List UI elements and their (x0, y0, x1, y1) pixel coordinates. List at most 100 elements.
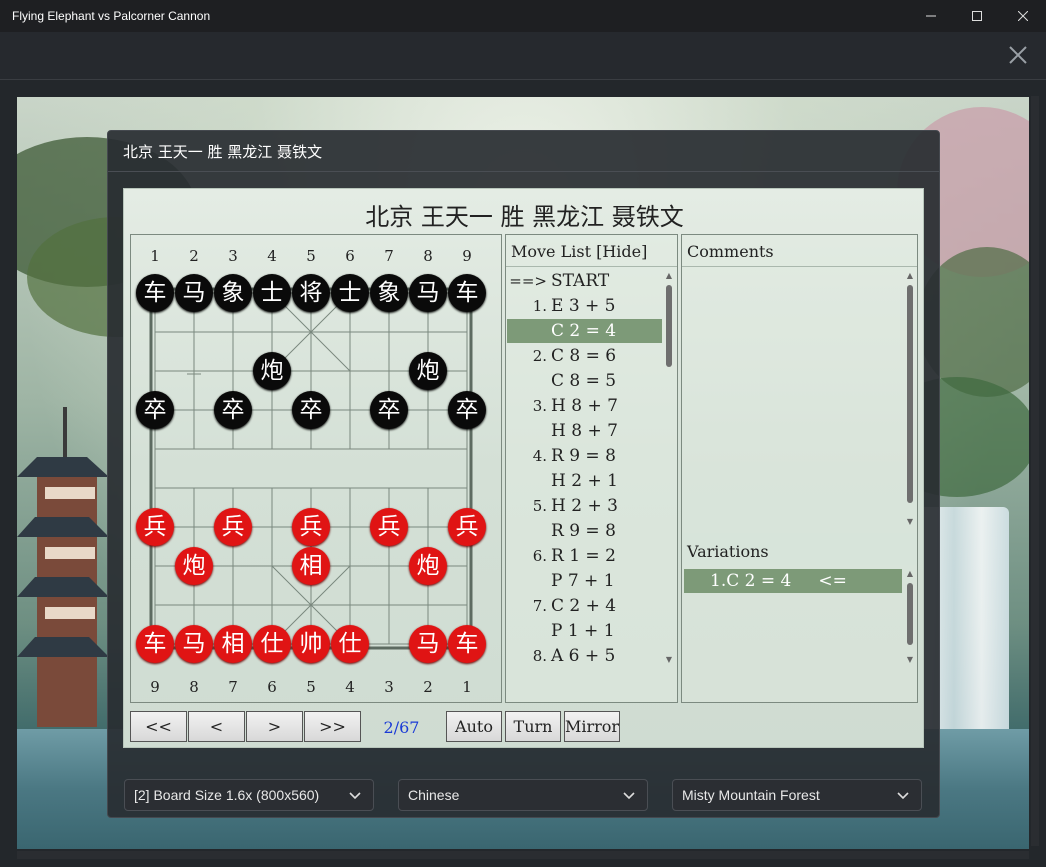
move-list-scrollbar[interactable]: ▲ ▼ (663, 271, 675, 667)
red-piece[interactable]: 相 (292, 547, 330, 585)
red-piece[interactable]: 炮 (409, 547, 447, 585)
theme-select[interactable]: Misty Mountain Forest (672, 779, 922, 811)
column-label: 4 (345, 678, 355, 696)
variation-item[interactable]: 1.C 2 = 4 <= (684, 569, 902, 593)
red-piece[interactable]: 车 (136, 625, 174, 663)
move-text: C 8 = 6 (551, 346, 617, 366)
red-piece[interactable]: 兵 (136, 508, 174, 546)
column-label: 3 (384, 678, 394, 696)
column-label: 5 (306, 678, 316, 696)
prev-move-button[interactable]: < (188, 711, 245, 742)
black-piece[interactable]: 士 (253, 274, 291, 312)
scroll-up-icon[interactable]: ▲ (905, 569, 915, 578)
first-move-button[interactable]: << (130, 711, 187, 742)
red-piece[interactable]: 相 (214, 625, 252, 663)
close-icon[interactable] (1000, 0, 1046, 32)
black-piece[interactable]: 马 (175, 274, 213, 312)
scroll-down-icon[interactable]: ▼ (905, 655, 915, 664)
horizontal-scrollbar[interactable] (17, 851, 1029, 859)
red-piece[interactable]: 马 (175, 625, 213, 663)
red-piece[interactable]: 兵 (370, 508, 408, 546)
move-list-item[interactable]: P 1 + 1 (507, 619, 662, 643)
move-list-item[interactable]: R 9 = 8 (507, 519, 662, 543)
red-piece[interactable]: 兵 (214, 508, 252, 546)
black-piece[interactable]: 卒 (370, 391, 408, 429)
red-piece[interactable]: 马 (409, 625, 447, 663)
scroll-thumb[interactable] (907, 583, 913, 645)
black-piece[interactable]: 车 (448, 274, 486, 312)
column-label: 6 (345, 247, 355, 265)
move-text: C 8 = 5 (551, 371, 617, 391)
red-piece[interactable]: 兵 (448, 508, 486, 546)
red-piece[interactable]: 仕 (253, 625, 291, 663)
scroll-thumb[interactable] (907, 285, 913, 503)
move-list-item[interactable]: 5. H 2 + 3 (507, 494, 662, 518)
move-number: 7. (532, 597, 547, 615)
board-size-select[interactable]: [2] Board Size 1.6x (800x560) (124, 779, 374, 811)
scroll-down-icon[interactable]: ▼ (905, 517, 915, 526)
comments-text-area[interactable] (682, 267, 917, 531)
red-piece[interactable]: 仕 (331, 625, 369, 663)
black-piece[interactable]: 象 (214, 274, 252, 312)
move-list-item[interactable]: 3. H 8 + 7 (507, 394, 662, 418)
scroll-down-icon[interactable]: ▼ (664, 655, 674, 664)
black-piece[interactable]: 士 (331, 274, 369, 312)
maximize-icon[interactable] (954, 0, 1000, 32)
scroll-up-icon[interactable]: ▲ (905, 271, 915, 280)
red-piece[interactable]: 兵 (292, 508, 330, 546)
last-move-button[interactable]: >> (304, 711, 361, 742)
move-list-item[interactable]: H 2 + 1 (507, 469, 662, 493)
pagoda-illustration (17, 407, 109, 727)
red-piece[interactable]: 车 (448, 625, 486, 663)
black-piece[interactable]: 车 (136, 274, 174, 312)
move-text: C 2 = 4 (551, 321, 617, 341)
red-piece[interactable]: 帅 (292, 625, 330, 663)
turn-button[interactable]: Turn (505, 711, 561, 742)
xiangqi-board[interactable]: 车马象士将士象马车炮炮卒卒卒卒卒兵兵兵兵兵炮相炮车马相仕帅仕马车 1234567… (130, 234, 502, 703)
column-label: 3 (228, 247, 238, 265)
chevron-down-icon (897, 792, 909, 800)
move-list-item[interactable]: H 8 + 7 (507, 419, 662, 443)
move-counter: 2/67 (383, 718, 420, 737)
black-piece[interactable]: 马 (409, 274, 447, 312)
auto-button[interactable]: Auto (446, 711, 502, 742)
variations-scrollbar[interactable]: ▲ ▼ (904, 569, 916, 667)
move-list-item[interactable]: 4. R 9 = 8 (507, 444, 662, 468)
move-list-item[interactable]: ==> START (507, 269, 662, 293)
move-list-item[interactable]: 7. C 2 + 4 (507, 594, 662, 618)
move-list-item[interactable]: C 8 = 5 (507, 369, 662, 393)
column-label: 7 (384, 247, 394, 265)
move-list-item[interactable]: 2. C 8 = 6 (507, 344, 662, 368)
close-overlay-icon[interactable] (1008, 45, 1028, 65)
red-piece[interactable]: 炮 (175, 547, 213, 585)
column-label: 8 (423, 247, 433, 265)
black-piece[interactable]: 卒 (448, 391, 486, 429)
move-list-item[interactable]: C 2 = 4 (507, 319, 662, 343)
move-list-item[interactable]: P 7 + 1 (507, 569, 662, 593)
scroll-up-icon[interactable]: ▲ (664, 271, 674, 280)
column-label: 6 (267, 678, 277, 696)
black-piece[interactable]: 炮 (409, 352, 447, 390)
black-piece[interactable]: 将 (292, 274, 330, 312)
black-piece[interactable]: 卒 (292, 391, 330, 429)
move-number: 8. (532, 647, 547, 665)
comments-scrollbar[interactable]: ▲ ▼ (904, 271, 916, 529)
move-list-header[interactable]: Move List [Hide] (511, 242, 647, 261)
move-list-item[interactable]: 1. E 3 + 5 (507, 294, 662, 318)
next-move-button[interactable]: > (246, 711, 303, 742)
move-list-item[interactable]: 6. R 1 = 2 (507, 544, 662, 568)
move-text: P 1 + 1 (551, 621, 615, 641)
minimize-icon[interactable] (908, 0, 954, 32)
mirror-button[interactable]: Mirror (564, 711, 620, 742)
move-text: START (551, 271, 610, 291)
vertical-scrollbar[interactable] (1031, 96, 1039, 846)
black-piece[interactable]: 卒 (136, 391, 174, 429)
language-select[interactable]: Chinese (398, 779, 648, 811)
window-title: Flying Elephant vs Palcorner Cannon (12, 9, 211, 23)
move-list-item[interactable]: 8. A 6 + 5 (507, 644, 662, 668)
scroll-thumb[interactable] (666, 285, 672, 367)
black-piece[interactable]: 炮 (253, 352, 291, 390)
title-bar: Flying Elephant vs Palcorner Cannon (0, 0, 1046, 32)
black-piece[interactable]: 象 (370, 274, 408, 312)
black-piece[interactable]: 卒 (214, 391, 252, 429)
